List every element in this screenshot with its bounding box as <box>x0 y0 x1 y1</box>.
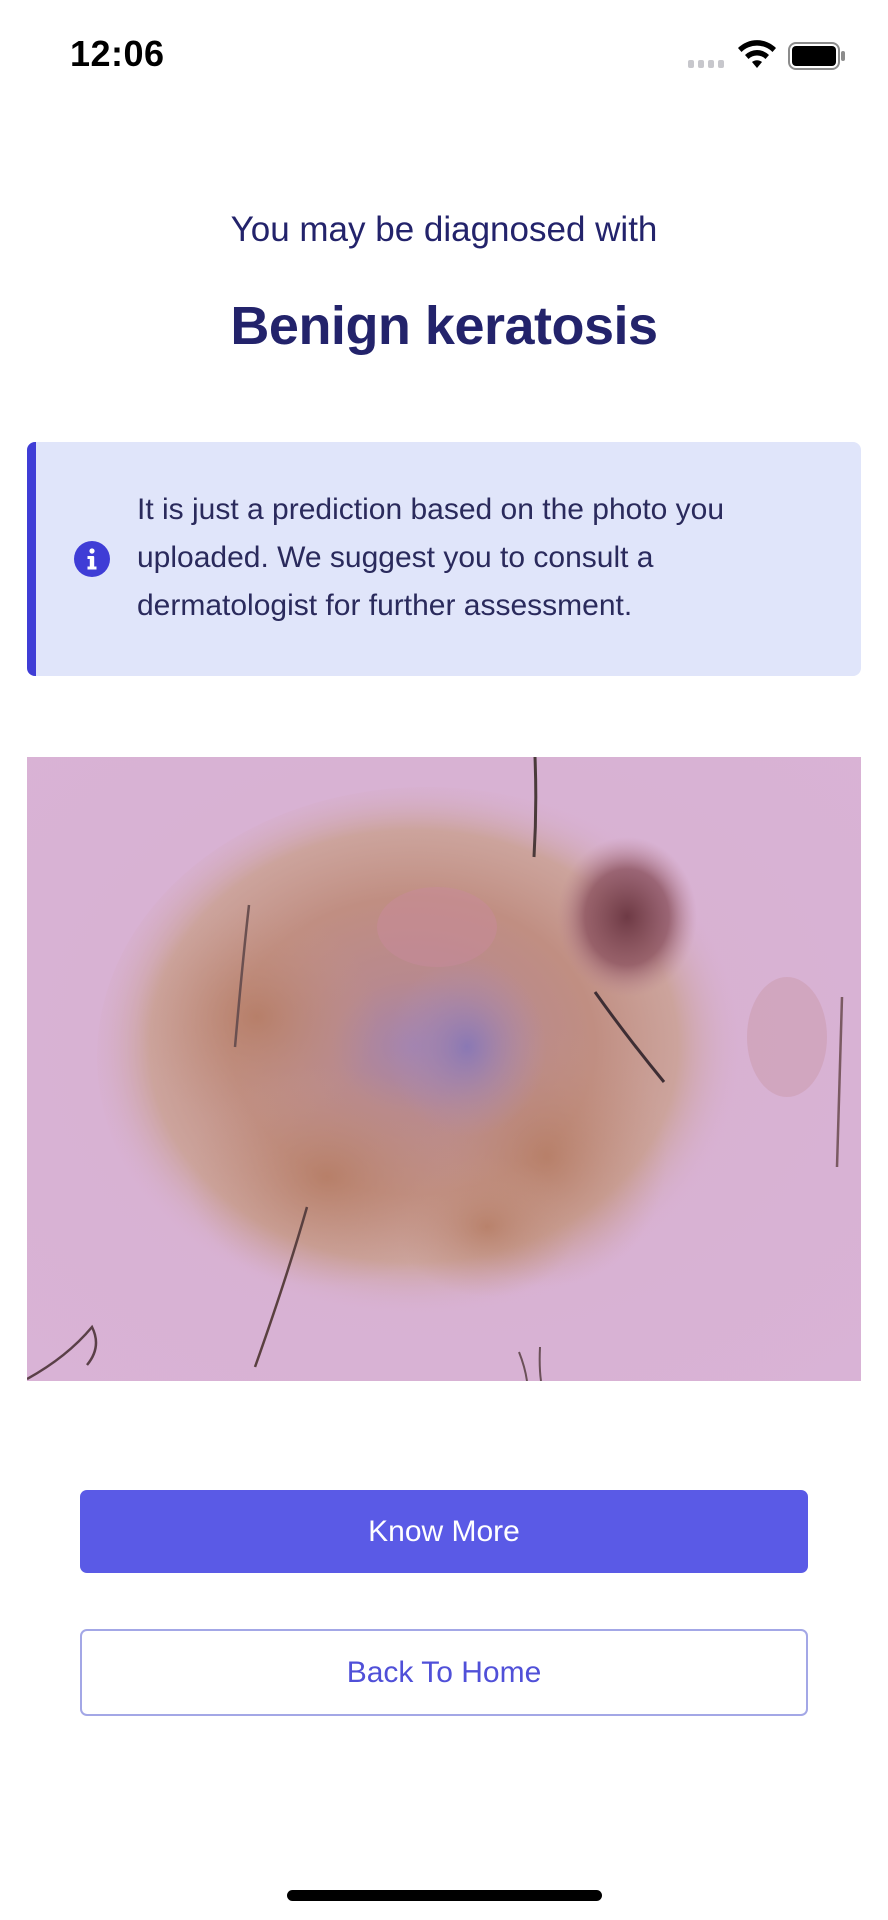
diagnosis-title: Benign keratosis <box>230 296 658 356</box>
diagnosis-result-screen: 12:06 You may be diagnosed with Benign k… <box>0 0 888 1920</box>
status-time: 12:06 <box>70 33 165 74</box>
info-icon <box>74 541 110 577</box>
disclaimer-notice: It is just a prediction based on the pho… <box>27 442 861 676</box>
uploaded-skin-photo <box>27 757 861 1381</box>
back-to-home-button[interactable]: Back To Home <box>80 1629 808 1716</box>
notice-text: It is just a prediction based on the pho… <box>137 493 725 622</box>
battery-icon <box>788 42 845 70</box>
wifi-icon <box>738 40 776 68</box>
home-indicator[interactable] <box>287 1890 602 1901</box>
status-bar: 12:06 <box>0 0 888 110</box>
know-more-button[interactable]: Know More <box>80 1490 808 1573</box>
cellular-signal-icon <box>688 60 728 70</box>
result-subtitle: You may be diagnosed with <box>230 210 658 249</box>
notice-accent-bar <box>27 442 36 676</box>
